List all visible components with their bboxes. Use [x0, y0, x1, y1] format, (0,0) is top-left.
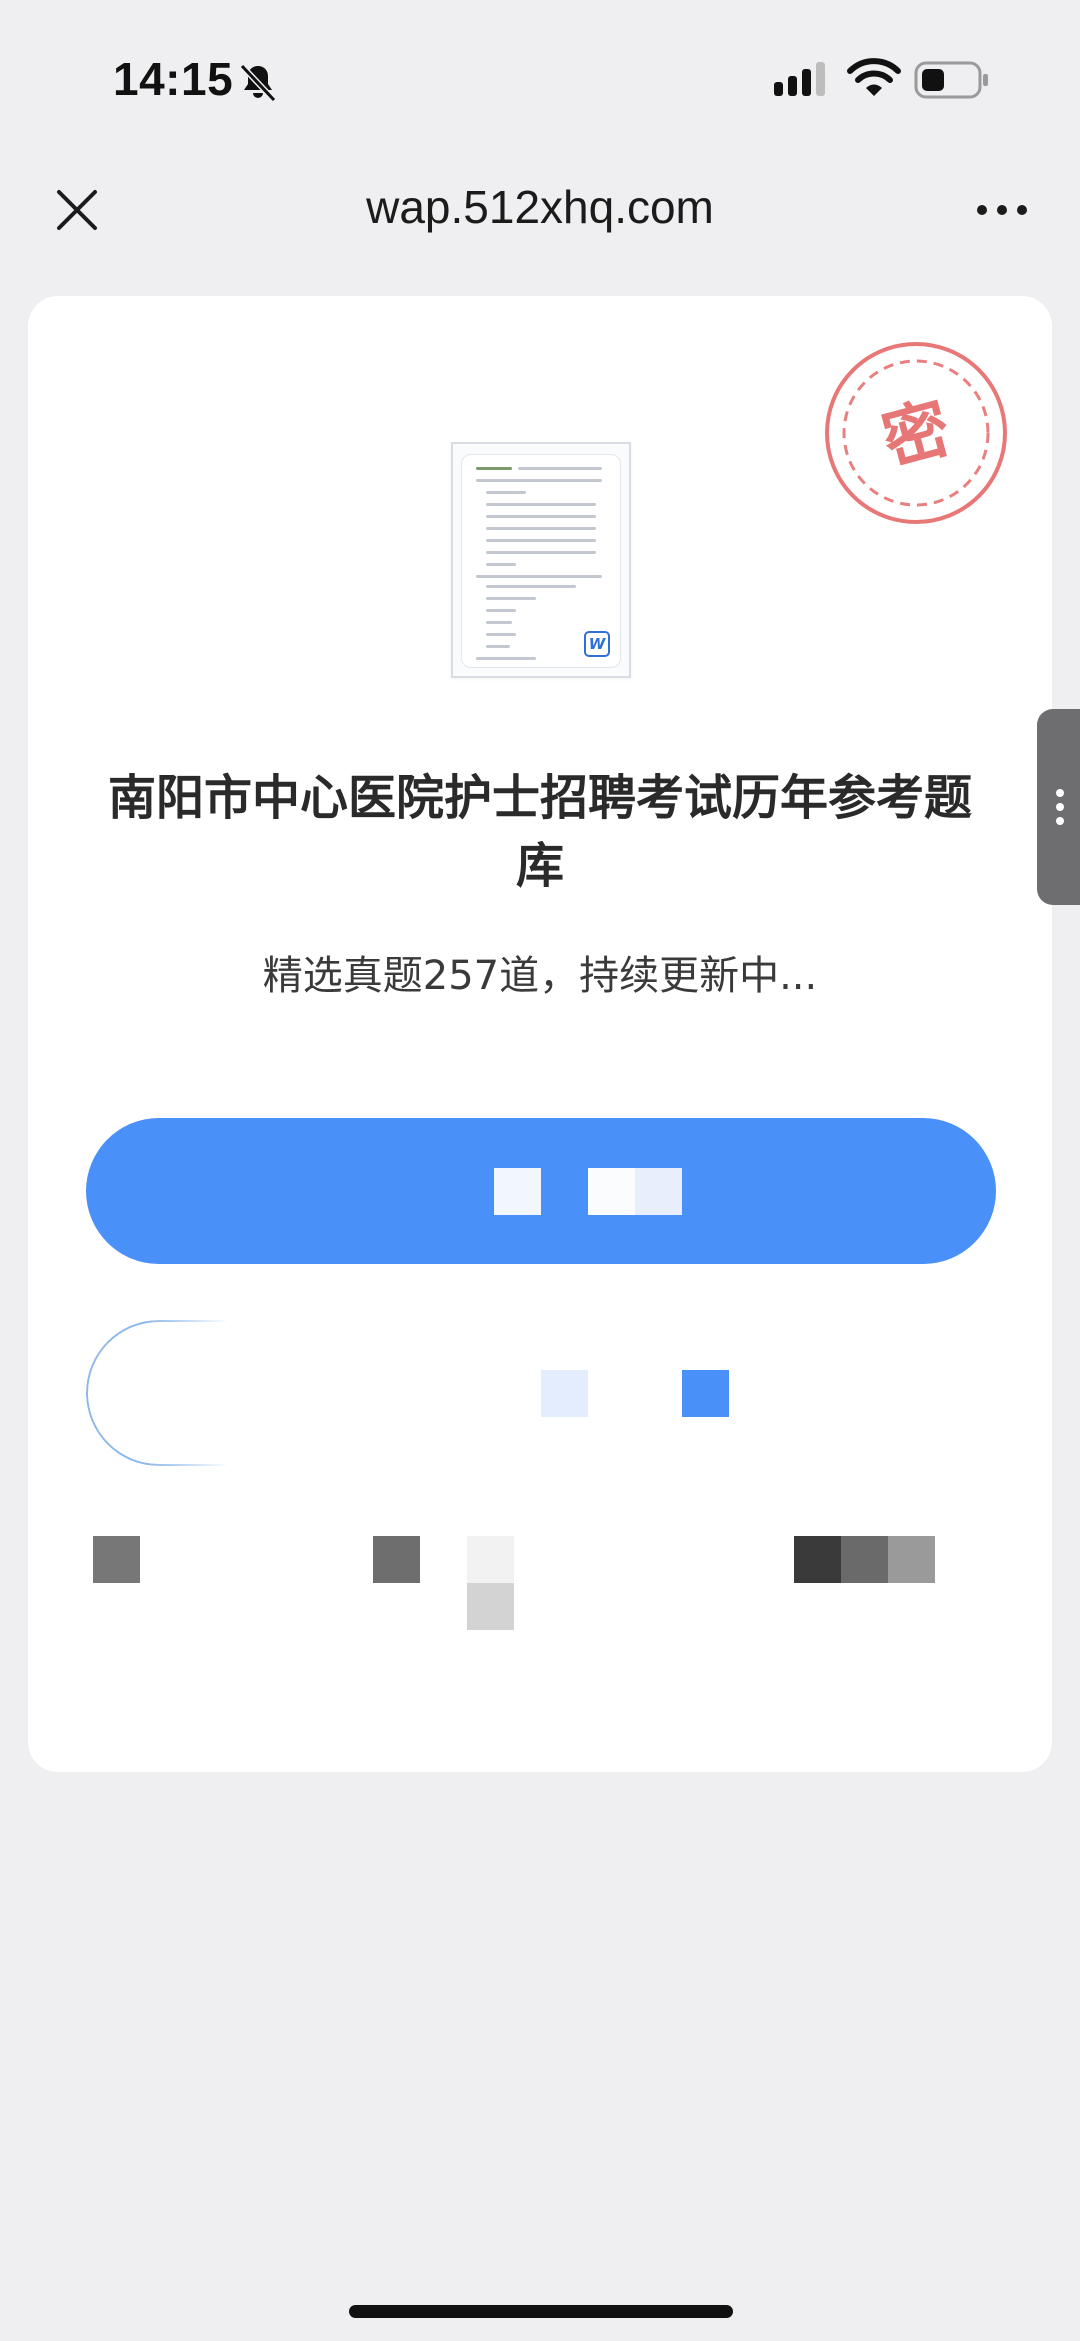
home-indicator[interactable]	[349, 2305, 733, 2318]
more-horizontal-icon[interactable]	[970, 188, 1034, 232]
pixelated-label-block	[541, 1370, 588, 1417]
pixelated-label-block	[588, 1168, 635, 1215]
primary-button-label	[86, 1118, 996, 1264]
browser-nav-bar: wap.512xhq.com	[0, 150, 1080, 270]
bell-slash-icon	[239, 63, 277, 103]
page-url: wap.512xhq.com	[366, 181, 714, 233]
pixelated-label-block	[682, 1370, 729, 1417]
pixelated-label-block	[494, 1168, 541, 1215]
document-subtitle: 精选真题257道，持续更新中...	[262, 953, 818, 999]
stamp-text: 密	[875, 389, 959, 480]
primary-action-button[interactable]	[86, 1118, 996, 1264]
pixelated-footer-text	[28, 1536, 1052, 1646]
wifi-icon	[847, 58, 901, 96]
document-thumbnail: W	[451, 442, 631, 678]
side-menu-handle[interactable]	[1037, 709, 1080, 905]
confidential-stamp: 密	[825, 342, 1007, 524]
pixelated-label-block	[635, 1168, 682, 1215]
document-card: 密 W 南阳市中心医院护士招聘考试历年参考题库 精选真题257道，持续更新中..…	[28, 296, 1052, 1772]
secondary-action-button[interactable]	[86, 1320, 996, 1466]
status-time: 14:15	[113, 53, 234, 105]
word-file-icon: W	[584, 631, 610, 657]
status-bar: 14:15	[0, 0, 1080, 150]
battery-icon	[914, 61, 988, 99]
cellular-signal-icon	[774, 62, 825, 96]
document-title: 南阳市中心医院护士招聘考试历年参考题库	[107, 770, 972, 894]
